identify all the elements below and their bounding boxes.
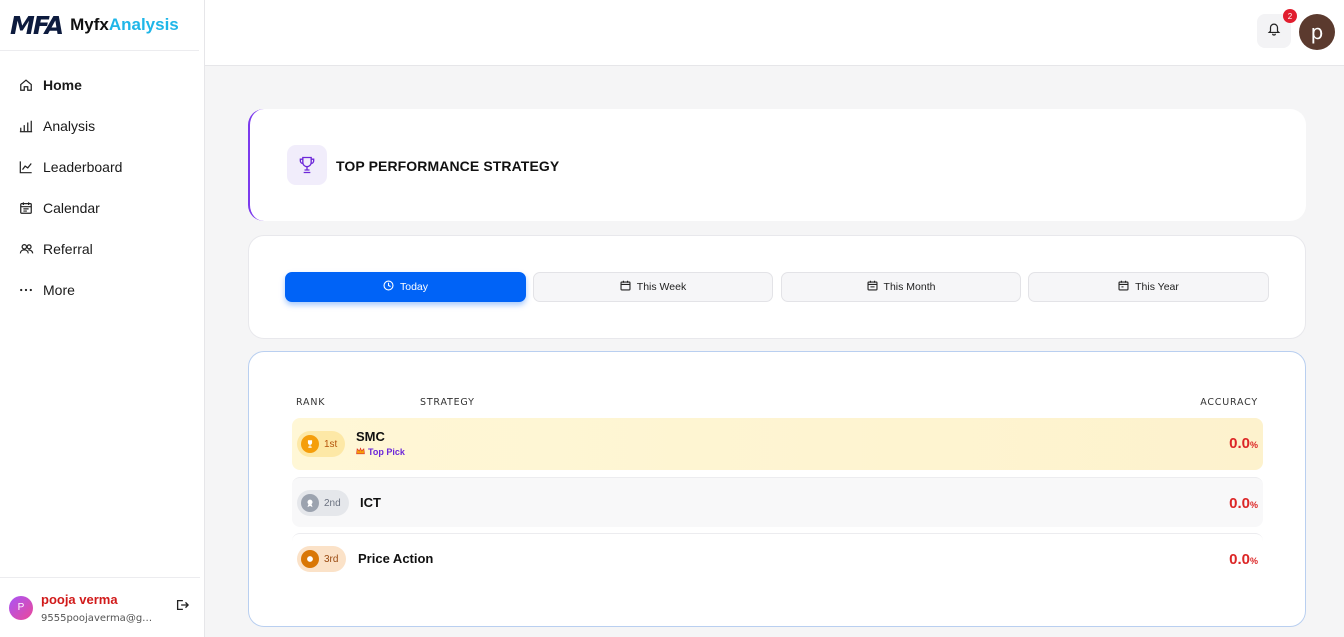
- accuracy-value: 0.0%: [1229, 435, 1258, 452]
- accuracy-number: 0.0: [1229, 435, 1250, 452]
- page-title: TOP PERFORMANCE STRATEGY: [336, 158, 560, 174]
- sidebar-item-label: Referral: [43, 240, 93, 257]
- tab-label: This Week: [636, 281, 687, 293]
- tab-today[interactable]: Today: [285, 272, 526, 302]
- accuracy-value: 0.0%: [1229, 495, 1258, 512]
- title-card: TOP PERFORMANCE STRATEGY: [248, 109, 1306, 221]
- tab-this-week[interactable]: This Week: [533, 272, 773, 302]
- strategy-name: SMC: [356, 429, 385, 444]
- line-chart-icon: [18, 159, 34, 175]
- brand-logo: MFA: [10, 10, 64, 40]
- calendar-icon: [18, 200, 34, 216]
- home-icon: [18, 77, 34, 93]
- column-header-strategy: STRATEGY: [420, 397, 475, 408]
- rank-badge: 1st: [297, 431, 346, 457]
- strategy-name: ICT: [360, 495, 381, 510]
- bell-icon: [1267, 21, 1281, 41]
- user-email: 9555poojaverma@gm...: [41, 612, 161, 624]
- tab-label: This Year: [1135, 281, 1179, 293]
- calendar-icon: [620, 280, 631, 294]
- clock-icon: [383, 280, 394, 294]
- table-row[interactable]: 1st SMC Top Pick 0.0%: [292, 418, 1263, 470]
- sidebar-item-leaderboard[interactable]: Leaderboard: [0, 146, 204, 187]
- user-name: pooja verma: [41, 591, 118, 607]
- accuracy-unit: %: [1249, 556, 1258, 566]
- award-icon: [301, 550, 319, 568]
- sidebar-item-analysis[interactable]: Analysis: [0, 105, 204, 146]
- users-icon: [18, 241, 34, 257]
- rank-label: 2nd: [324, 497, 341, 509]
- sidebar-item-calendar[interactable]: Calendar: [0, 187, 204, 228]
- period-tabs: Today This Week This Month This Year: [248, 235, 1306, 339]
- calendar-icon: [1118, 280, 1129, 294]
- brand-name: MyfxAnalysis: [70, 15, 179, 35]
- top-pick-label: Top Pick: [368, 447, 405, 457]
- rank-label: 1st: [324, 438, 338, 450]
- avatar[interactable]: P: [9, 595, 33, 620]
- column-header-rank: RANK: [296, 397, 326, 408]
- sidebar-item-more[interactable]: More: [0, 269, 204, 310]
- sidebar-item-label: Calendar: [43, 199, 100, 216]
- accuracy-unit: %: [1249, 500, 1258, 510]
- trophy-icon: [287, 145, 327, 185]
- crown-icon: [356, 447, 365, 457]
- more-icon: [18, 282, 34, 298]
- profile-avatar[interactable]: p: [1299, 14, 1335, 50]
- column-header-accuracy: ACCURACY: [1200, 397, 1258, 408]
- trophy-icon: [301, 435, 319, 453]
- sidebar-item-referral[interactable]: Referral: [0, 228, 204, 269]
- tab-label: Today: [399, 281, 429, 293]
- accuracy-number: 0.0: [1229, 551, 1250, 568]
- sidebar-item-home[interactable]: Home: [0, 64, 204, 105]
- rank-badge: 3rd: [297, 546, 347, 572]
- bar-chart-icon: [18, 118, 34, 134]
- brand-name-part2: Analysis: [108, 15, 179, 34]
- leaderboard-table: RANK STRATEGY ACCURACY 1st SMC Top Pick …: [248, 351, 1306, 627]
- rank-badge: 2nd: [297, 490, 349, 516]
- brand[interactable]: MFA MyfxAnalysis: [0, 0, 199, 51]
- accuracy-value: 0.0%: [1229, 551, 1258, 568]
- tab-this-month[interactable]: This Month: [781, 272, 1021, 302]
- tab-label: This Month: [883, 281, 936, 293]
- sidebar-item-label: Home: [43, 76, 82, 93]
- user-profile: P pooja verma 9555poojaverma@gm...: [0, 577, 200, 637]
- table-row[interactable]: 3rd Price Action 0.0%: [292, 533, 1263, 583]
- sidebar-item-label: Analysis: [43, 117, 96, 134]
- accuracy-unit: %: [1249, 440, 1258, 450]
- top-pick-badge: Top Pick: [356, 447, 405, 457]
- strategy-name: Price Action: [358, 551, 434, 566]
- medal-icon: [301, 494, 319, 512]
- notification-badge: 2: [1283, 9, 1297, 23]
- sidebar-item-label: Leaderboard: [43, 158, 123, 175]
- accuracy-number: 0.0: [1229, 495, 1250, 512]
- sidebar-nav: Home Analysis Leaderboard Calendar Refer…: [0, 51, 204, 310]
- brand-name-part1: Myfx: [70, 15, 109, 34]
- topbar: 2 p: [205, 0, 1344, 66]
- calendar-icon: [867, 280, 878, 294]
- user-info: pooja verma 9555poojaverma@gm...: [41, 592, 161, 624]
- logout-icon[interactable]: [175, 598, 190, 617]
- rank-label: 3rd: [324, 553, 339, 565]
- tab-this-year[interactable]: This Year: [1028, 272, 1269, 302]
- table-row[interactable]: 2nd ICT 0.0%: [292, 477, 1263, 527]
- sidebar: MFA MyfxAnalysis Home Analysis Leaderboa…: [0, 0, 205, 637]
- sidebar-item-label: More: [43, 281, 75, 298]
